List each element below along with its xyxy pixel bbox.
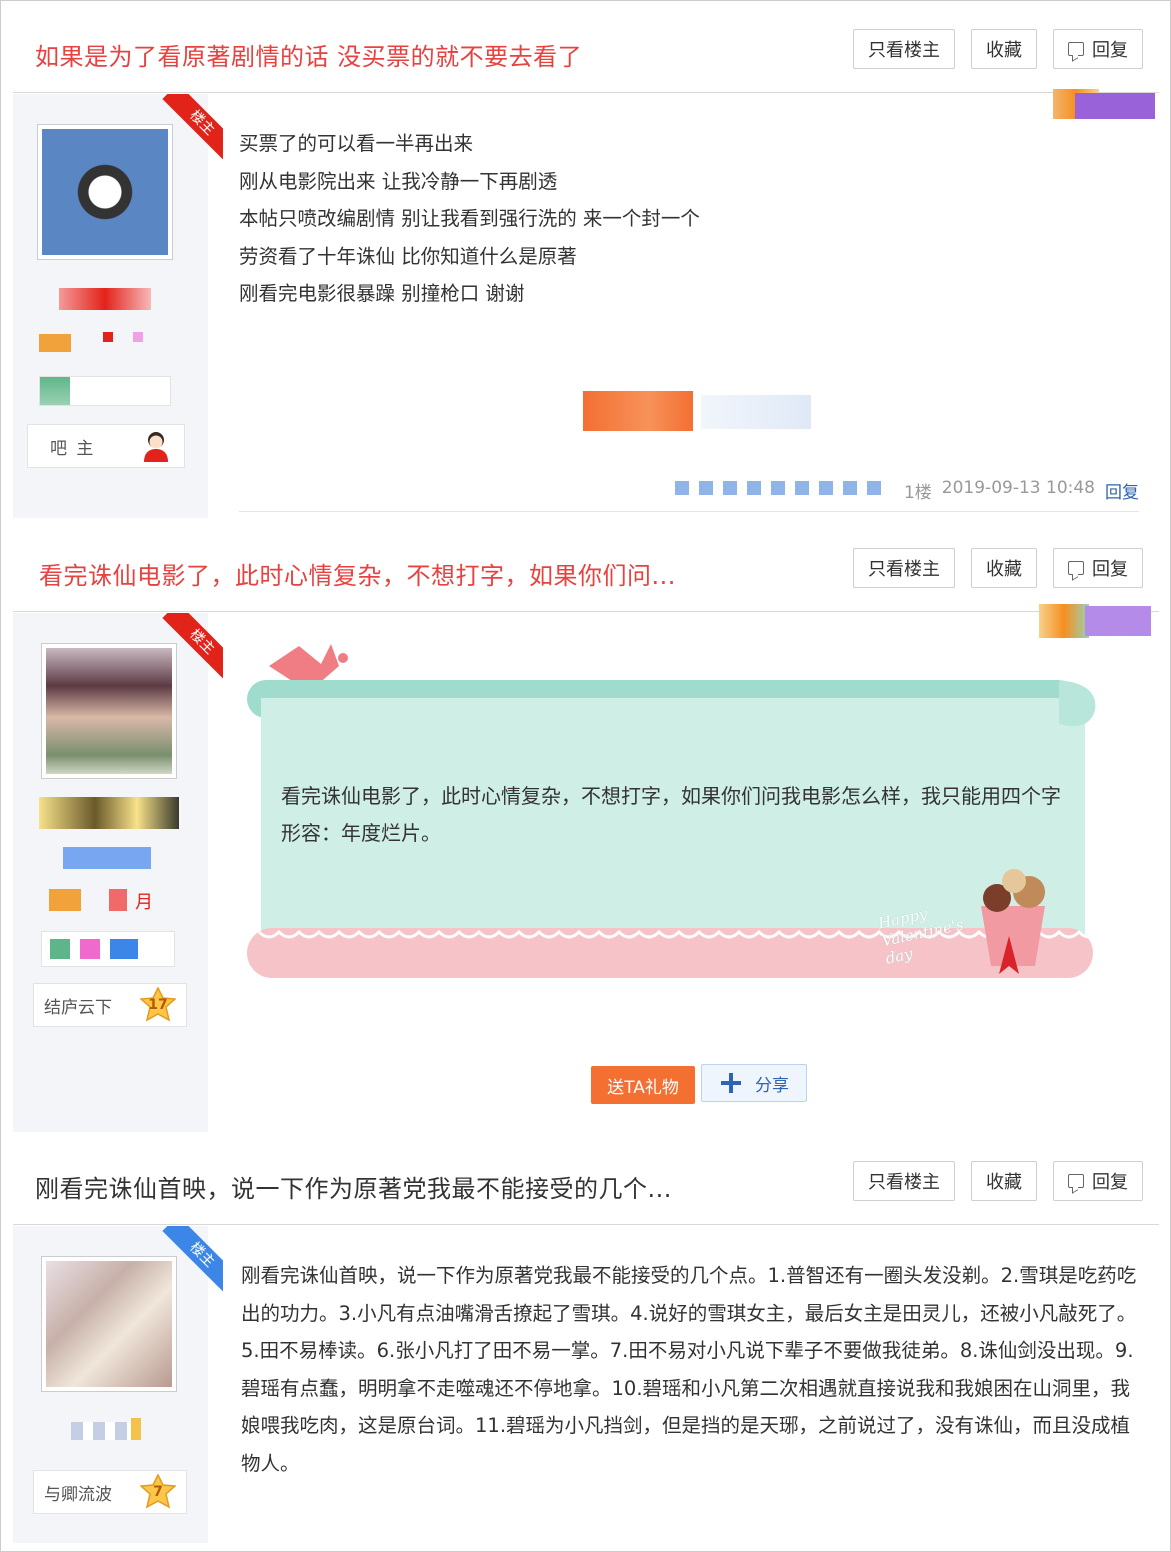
divider — [239, 511, 1139, 512]
only-op-button[interactable]: 只看楼主 — [853, 548, 955, 588]
member-badge-label: 结庐云下 — [44, 997, 112, 1018]
forum-owner-badge[interactable]: 吧 主 — [27, 424, 185, 468]
post-body: 刚看完诛仙首映，说一下作为原著党我最不能接受的几个点。1.普智还有一圈头发没剃。… — [241, 1264, 1137, 1475]
only-op-button[interactable]: 只看楼主 — [853, 29, 955, 69]
post-line: 刚看完电影很暴躁 别撞枪口 谢谢 — [239, 282, 525, 305]
member-badge[interactable]: 与卿流波 7 — [33, 1470, 187, 1514]
avatar-image — [46, 1261, 172, 1387]
share-button-blur[interactable] — [701, 395, 811, 429]
favorite-button[interactable]: 收藏 — [971, 1161, 1037, 1201]
post-time: 2019-09-13 10:48 — [941, 478, 1095, 498]
avatar[interactable] — [37, 124, 173, 260]
level-icon-blur — [49, 889, 81, 911]
post-2: 看完诛仙电影了，此时心情复杂，不想打字，如果你们问... 只看楼主 收藏 回复 … — [13, 532, 1159, 1132]
user-sidebar: 楼主 吧 主 — [13, 94, 223, 518]
plus-share-icon — [721, 1073, 741, 1093]
user-tag-blur — [1075, 93, 1155, 119]
avatar[interactable] — [41, 1256, 177, 1392]
only-op-button[interactable]: 只看楼主 — [853, 1161, 955, 1201]
level-star-icon: 7 — [140, 1474, 176, 1510]
post-1: 如果是为了看原著剧情的话 没买票的就不要去看了 只看楼主 收藏 回复 楼主 吧 … — [13, 13, 1159, 518]
reply-button-label: 回复 — [1092, 40, 1128, 61]
avatar[interactable] — [41, 643, 177, 779]
tag-blur — [133, 332, 143, 342]
post-title[interactable]: 如果是为了看原著剧情的话 没买票的就不要去看了 — [35, 37, 582, 72]
post-line: 本帖只喷改编剧情 别让我看到强行洗的 来一个封一个 — [239, 207, 700, 230]
level-icon-blur — [39, 334, 71, 352]
reply-button[interactable]: 回复 — [1053, 548, 1143, 588]
reply-button-label: 回复 — [1092, 559, 1128, 580]
post-header: 如果是为了看原著剧情的话 没买票的就不要去看了 只看楼主 收藏 回复 — [13, 13, 1159, 93]
page: 如果是为了看原著剧情的话 没买票的就不要去看了 只看楼主 收藏 回复 楼主 吧 … — [0, 0, 1171, 1552]
post-meta: 1楼 2019-09-13 10:48 回复 — [904, 478, 1139, 503]
username-blur[interactable] — [59, 288, 151, 310]
user-sidebar: 楼主 月 结庐云下 17 — [13, 613, 223, 1132]
gift-button[interactable]: 送TA礼物 — [591, 1066, 695, 1104]
post-line: 刚从电影院出来 让我冷静一下再剧透 — [239, 169, 558, 193]
person-icon — [144, 432, 168, 462]
user-tag-blur — [1085, 606, 1151, 636]
comment-icon — [1068, 1174, 1084, 1188]
tag-month: 月 — [135, 892, 153, 913]
post-actions: 只看楼主 收藏 回复 — [853, 1161, 1143, 1201]
share-label: 分享 — [755, 1075, 789, 1096]
comment-icon — [1068, 42, 1084, 56]
badge-blur — [41, 931, 175, 967]
share-button[interactable]: 分享 — [701, 1064, 807, 1102]
favorite-button[interactable]: 收藏 — [971, 29, 1037, 69]
medal-icon — [1039, 604, 1089, 638]
avatar-image — [46, 648, 172, 774]
user-sidebar: 楼主 与卿流波 7 — [13, 1226, 223, 1543]
reply-button-label: 回复 — [1092, 1172, 1128, 1193]
post-line: 买票了的可以看一半再出来 — [239, 132, 474, 155]
post-header: 看完诛仙电影了，此时心情复杂，不想打字，如果你们问... 只看楼主 收藏 回复 — [13, 532, 1159, 612]
post-actions: 只看楼主 收藏 回复 — [853, 29, 1143, 69]
tag-blur — [63, 847, 151, 869]
badge-blur — [39, 376, 171, 406]
reply-link[interactable]: 回复 — [1105, 478, 1139, 503]
reply-button[interactable]: 回复 — [1053, 29, 1143, 69]
floor-number: 1楼 — [903, 483, 932, 503]
post-title[interactable]: 刚看完诛仙首映，说一下作为原著党我最不能接受的几个... — [35, 1169, 672, 1204]
avatar-image — [42, 129, 168, 255]
tag-blur — [131, 1418, 141, 1440]
comment-icon — [1068, 561, 1084, 575]
tag-blur — [103, 332, 113, 342]
post-3: 刚看完诛仙首映，说一下作为原著党我最不能接受的几个... 只看楼主 收藏 回复 … — [13, 1145, 1159, 1543]
post-title[interactable]: 看完诛仙电影了，此时心情复杂，不想打字，如果你们问... — [39, 556, 676, 591]
reply-button[interactable]: 回复 — [1053, 1161, 1143, 1201]
username-blur[interactable] — [39, 797, 179, 829]
favorite-button[interactable]: 收藏 — [971, 548, 1037, 588]
post-header: 刚看完诛仙首映，说一下作为原著党我最不能接受的几个... 只看楼主 收藏 回复 — [13, 1145, 1159, 1225]
post-body: 买票了的可以看一半再出来 刚从电影院出来 让我冷静一下再剧透 本帖只喷改编剧情 … — [239, 125, 700, 313]
forum-owner-label: 吧 主 — [50, 438, 96, 459]
level-star-icon: 17 — [140, 987, 176, 1023]
card-text: 看完诛仙电影了，此时心情复杂，不想打字，如果你们问我电影怎么样，我只能用四个字形… — [281, 784, 1061, 845]
member-badge[interactable]: 结庐云下 17 — [33, 983, 187, 1027]
member-badge-label: 与卿流波 — [44, 1484, 112, 1505]
meta-blur — [675, 481, 885, 495]
tag-blur — [109, 889, 127, 911]
post-line: 劳资看了十年诛仙 比你知道什么是原著 — [239, 244, 577, 268]
gift-button-blur[interactable] — [583, 391, 693, 431]
post-actions: 只看楼主 收藏 回复 — [853, 548, 1143, 588]
